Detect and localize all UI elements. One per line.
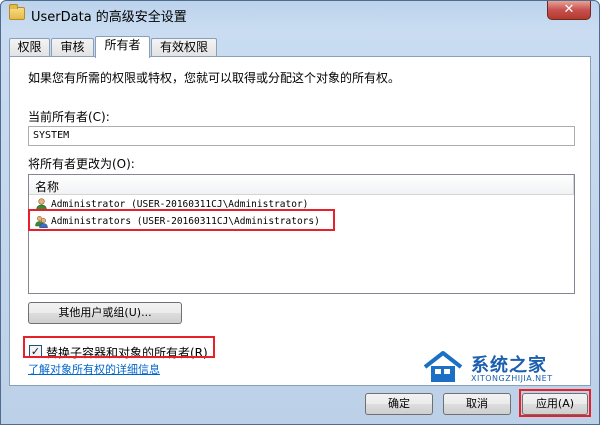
other-users-or-groups-button[interactable]: 其他用户或组(U)... <box>28 302 182 324</box>
house-logo-icon <box>423 351 463 382</box>
owner-list[interactable]: 名称 Administrator (USER-20160311CJ\Admini… <box>28 174 575 294</box>
current-owner-field: SYSTEM <box>28 126 575 146</box>
tab-owner[interactable]: 所有者 <box>95 36 150 58</box>
highlight-administrators-row <box>28 209 335 231</box>
tab-effective-permissions[interactable]: 有效权限 <box>151 38 217 57</box>
current-owner-label: 当前所有者(C): <box>28 110 110 124</box>
learn-ownership-link[interactable]: 了解对象所有权的详细信息 <box>28 361 160 377</box>
tab-strip: 权限 审核 所有者 有效权限 <box>9 36 569 58</box>
window-title: UserData 的高级安全设置 <box>31 10 187 25</box>
security-settings-window: UserData 的高级安全设置 ✕ 权限 审核 所有者 有效权限 如果您有所需… <box>0 0 600 425</box>
folder-icon <box>9 4 25 20</box>
title-bar[interactable]: UserData 的高级安全设置 ✕ <box>1 1 599 29</box>
list-column-header-name[interactable]: 名称 <box>29 175 574 195</box>
close-button[interactable]: ✕ <box>547 1 591 20</box>
cancel-button[interactable]: 取消 <box>443 393 511 415</box>
change-owner-label: 将所有者更改为(O): <box>28 157 135 171</box>
description-text: 如果您有所需的权限或特权，您就可以取得或分配这个对象的所有权。 <box>28 71 401 85</box>
watermark-logo: 系统之家 XITONGZHIJIA.NET <box>421 349 599 389</box>
ok-button[interactable]: 确定 <box>365 393 433 415</box>
tab-permissions[interactable]: 权限 <box>9 38 50 57</box>
tab-auditing[interactable]: 审核 <box>51 38 94 57</box>
highlight-replace-checkbox <box>23 336 215 358</box>
watermark-url: XITONGZHIJIA.NET <box>471 374 553 383</box>
apply-button[interactable]: 应用(A) <box>522 393 588 415</box>
